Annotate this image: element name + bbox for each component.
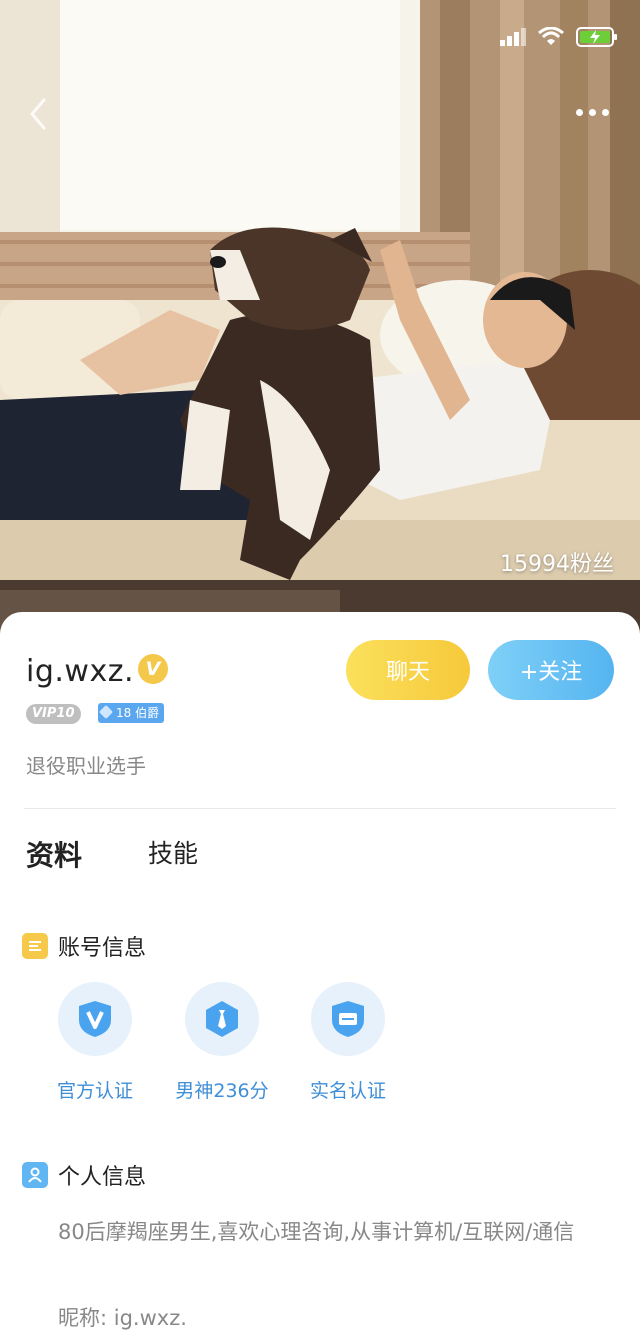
shield-v-icon [79,1001,111,1037]
bio-text: 退役职业选手 [26,754,146,778]
battery-charging-icon [576,27,617,47]
chevron-left-icon [30,98,46,130]
wifi-icon [538,27,564,45]
username: ig.wxz. [26,654,134,689]
cert-score-label: 男神236分 [175,1080,269,1102]
tab-profile[interactable]: 资料 [26,834,82,874]
cover-photo-illustration [0,0,640,640]
verified-badge-icon: V [138,654,168,684]
more-dot-icon [576,108,583,116]
tie-badge-icon [206,1001,238,1037]
more-options-button[interactable] [576,104,616,120]
divider [24,808,616,809]
fans-count: 15994粉丝 [500,552,614,577]
account-info-title: 账号信息 [58,936,147,961]
profile-cover-photo: 15994粉丝 [0,0,640,640]
back-button[interactable] [26,96,50,132]
vip-badge: VIP10 [26,704,81,724]
personal-info-header: 个人信息 [22,1159,146,1191]
tab-skills[interactable]: 技能 [148,834,198,870]
person-icon [22,1162,48,1188]
more-dot-icon [602,108,609,116]
cert-realname[interactable]: 实名认证 [300,982,396,1103]
list-icon [22,933,48,959]
cert-score[interactable]: 男神236分 [174,982,270,1103]
cert-official-label: 官方认证 [56,1080,133,1102]
personal-description: 80后摩羯座男生,喜欢心理咨询,从事计算机/互联网/通信 [58,1220,575,1244]
cert-realname-label: 实名认证 [309,1080,386,1102]
personal-info-title: 个人信息 [58,1165,147,1190]
id-card-icon [332,1001,364,1037]
rank-badge: 18 伯爵 [98,703,165,723]
more-dot-icon [589,108,596,116]
chat-button[interactable]: 聊天 [346,640,470,700]
account-info-header: 账号信息 [22,930,146,962]
status-bar [500,26,618,48]
nickname-line: 昵称: ig.wxz. [58,1306,187,1330]
signal-icon [500,28,526,46]
profile-card: ig.wxz. V VIP10 18 伯爵 退役职业选手 聊天 +关注 资料 技… [0,612,640,1341]
follow-button[interactable]: +关注 [488,640,614,700]
cert-official[interactable]: 官方认证 [47,982,143,1103]
